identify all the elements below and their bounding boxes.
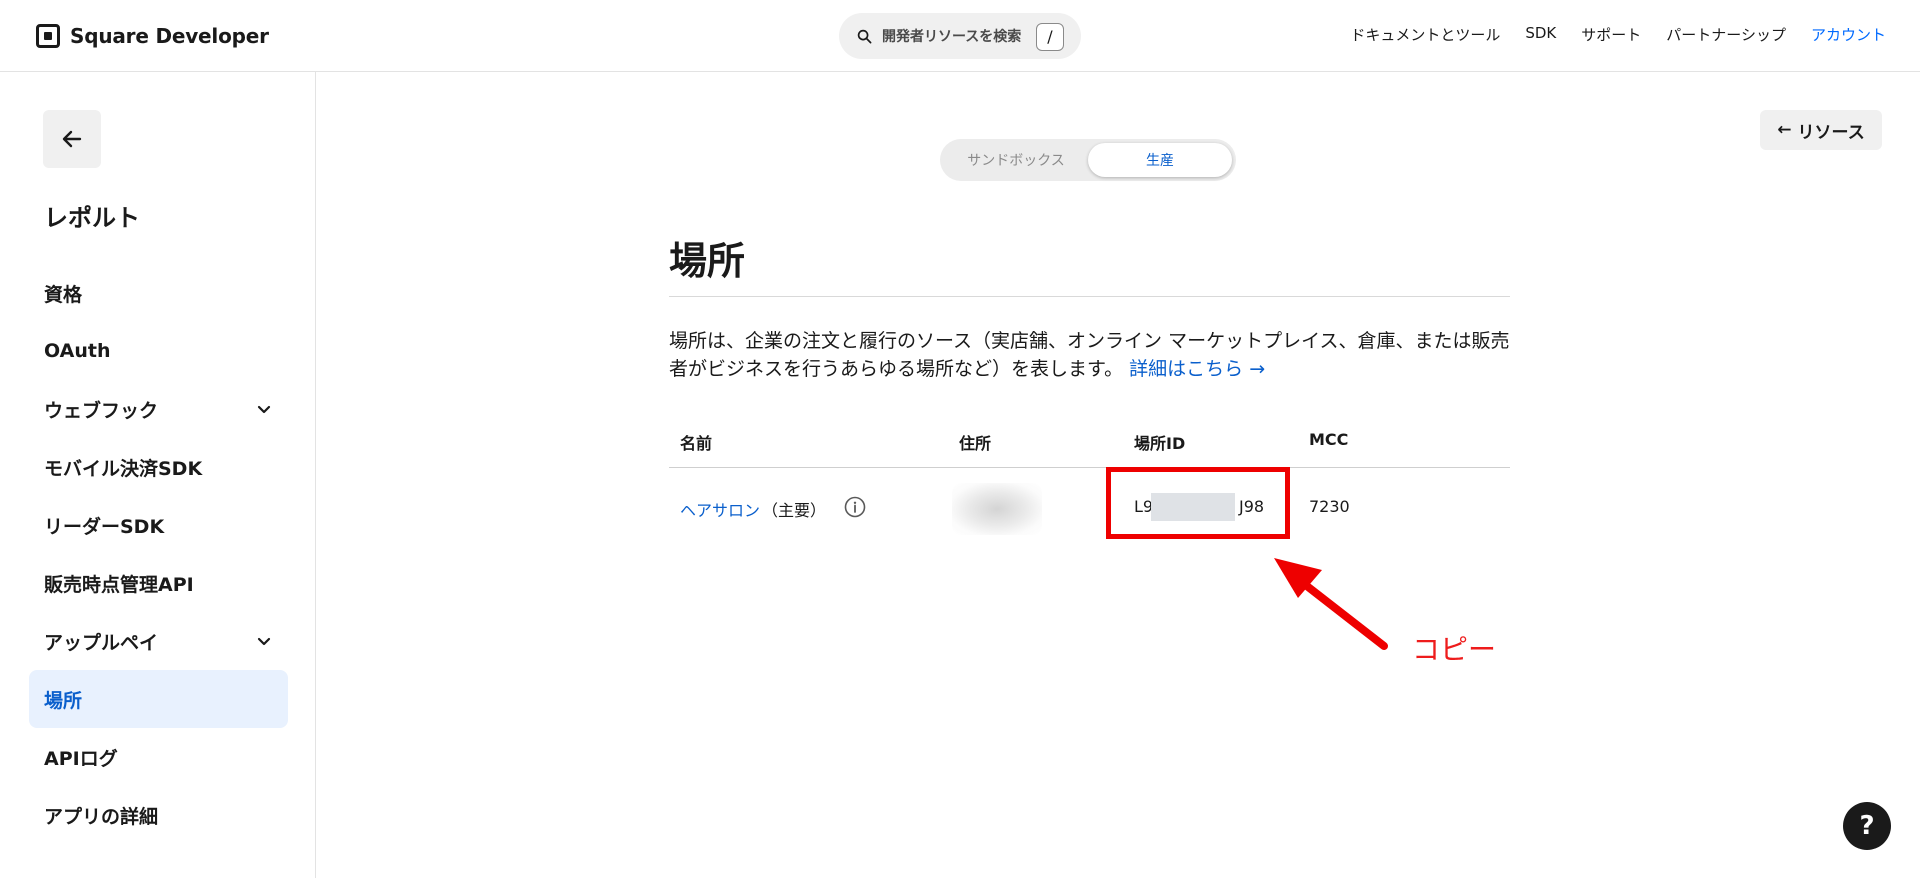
sidebar-item-locations[interactable]: 場所 bbox=[29, 670, 288, 728]
chevron-down-icon bbox=[257, 405, 271, 414]
sidebar-item-mobile-payments-sdk[interactable]: モバイル決済SDK bbox=[29, 438, 288, 496]
sidebar-item-api-logs[interactable]: APIログ bbox=[29, 728, 288, 786]
square-logo-icon bbox=[36, 24, 60, 48]
title-divider bbox=[669, 296, 1510, 297]
page-title: 場所 bbox=[669, 239, 746, 283]
sidebar-item-label: 販売時点管理API bbox=[44, 573, 194, 596]
search-icon bbox=[857, 29, 872, 43]
location-id-highlight bbox=[1106, 467, 1290, 539]
sidebar-item-label: APIログ bbox=[44, 747, 118, 770]
sidebar-item-label: リーダーSDK bbox=[44, 515, 165, 538]
sidebar-item-credentials[interactable]: 資格 bbox=[29, 264, 288, 322]
column-header-location-id: 場所ID bbox=[1134, 434, 1186, 453]
info-icon[interactable] bbox=[844, 496, 866, 518]
nav-support[interactable]: サポート bbox=[1581, 24, 1641, 45]
sidebar-item-label: 場所 bbox=[44, 689, 83, 712]
sandbox-tab[interactable]: サンドボックス bbox=[944, 143, 1088, 177]
back-button[interactable] bbox=[43, 110, 101, 168]
learn-more-link[interactable]: 詳細はこちら → bbox=[1129, 358, 1265, 380]
nav-sdk[interactable]: SDK bbox=[1525, 24, 1556, 45]
sidebar-item-webhooks[interactable]: ウェブフック bbox=[29, 380, 288, 438]
chevron-down-icon bbox=[257, 637, 271, 646]
nav-docs[interactable]: ドキュメントとツール bbox=[1350, 24, 1500, 45]
arrow-left-icon: ← bbox=[1777, 120, 1792, 140]
table-header: 名前 住所 場所ID MCC bbox=[669, 430, 1510, 468]
sidebar-item-label: アプリの詳細 bbox=[44, 805, 159, 828]
sidebar-item-oauth[interactable]: OAuth bbox=[29, 322, 288, 380]
sidebar-item-label: OAuth bbox=[44, 340, 111, 362]
column-header-mcc: MCC bbox=[1309, 430, 1349, 449]
resources-label: リソース bbox=[1797, 122, 1865, 143]
sidebar-nav: 資格 OAuth ウェブフック モバイル決済SDK リーダーSDK 販売時点管理… bbox=[29, 264, 288, 844]
sidebar-item-label: モバイル決済SDK bbox=[44, 457, 203, 480]
table-row: ヘアサロン （主要） L9 J98 7230 bbox=[669, 478, 1510, 538]
location-name-link[interactable]: ヘアサロン bbox=[680, 497, 760, 521]
sidebar-item-label: ウェブフック bbox=[44, 399, 159, 422]
sidebar: レポルト 資格 OAuth ウェブフック モバイル決済SDK リーダーSDK 販… bbox=[0, 72, 316, 878]
page-description: 場所は、企業の注文と履行のソース（実店舗、オンライン マーケットプレイス、倉庫、… bbox=[669, 327, 1510, 383]
arrow-left-icon bbox=[62, 130, 82, 148]
sidebar-item-apple-pay[interactable]: アップルペイ bbox=[29, 612, 288, 670]
column-header-name: 名前 bbox=[680, 434, 713, 453]
nav-partnership[interactable]: パートナーシップ bbox=[1666, 24, 1786, 45]
mcc-value: 7230 bbox=[1309, 497, 1350, 516]
search-bar[interactable]: 開発者リソースを検索 / bbox=[839, 13, 1081, 59]
search-placeholder: 開発者リソースを検索 bbox=[882, 29, 1022, 45]
resources-button[interactable]: ← リソース bbox=[1760, 110, 1882, 150]
top-bar: Square Developer 開発者リソースを検索 / ドキュメントとツール… bbox=[0, 0, 1920, 72]
sidebar-item-pos-api[interactable]: 販売時点管理API bbox=[29, 554, 288, 612]
annotation-arrow bbox=[1274, 558, 1388, 650]
primary-label: （主要） bbox=[762, 501, 827, 520]
description-text: 場所は、企業の注文と履行のソース（実店舗、オンライン マーケットプレイス、倉庫、… bbox=[669, 330, 1510, 380]
sidebar-item-label: 資格 bbox=[44, 283, 83, 306]
column-header-address: 住所 bbox=[959, 434, 992, 453]
search-shortcut-key: / bbox=[1036, 23, 1064, 51]
annotation-text: コピー bbox=[1412, 633, 1497, 666]
production-tab[interactable]: 生産 bbox=[1088, 143, 1232, 177]
sidebar-item-app-details[interactable]: アプリの詳細 bbox=[29, 786, 288, 844]
brand-name: Square Developer bbox=[70, 24, 269, 48]
nav-account[interactable]: アカウント bbox=[1811, 24, 1886, 45]
sidebar-item-label: アップルペイ bbox=[44, 631, 159, 654]
app-name: レポルト bbox=[44, 204, 140, 232]
top-nav: ドキュメントとツール SDK サポート パートナーシップ アカウント bbox=[1350, 24, 1886, 45]
environment-toggle: サンドボックス 生産 bbox=[940, 139, 1236, 181]
help-button[interactable]: ? bbox=[1843, 802, 1891, 850]
address-redacted bbox=[952, 483, 1042, 535]
brand-logo[interactable]: Square Developer bbox=[36, 24, 269, 48]
sidebar-item-reader-sdk[interactable]: リーダーSDK bbox=[29, 496, 288, 554]
